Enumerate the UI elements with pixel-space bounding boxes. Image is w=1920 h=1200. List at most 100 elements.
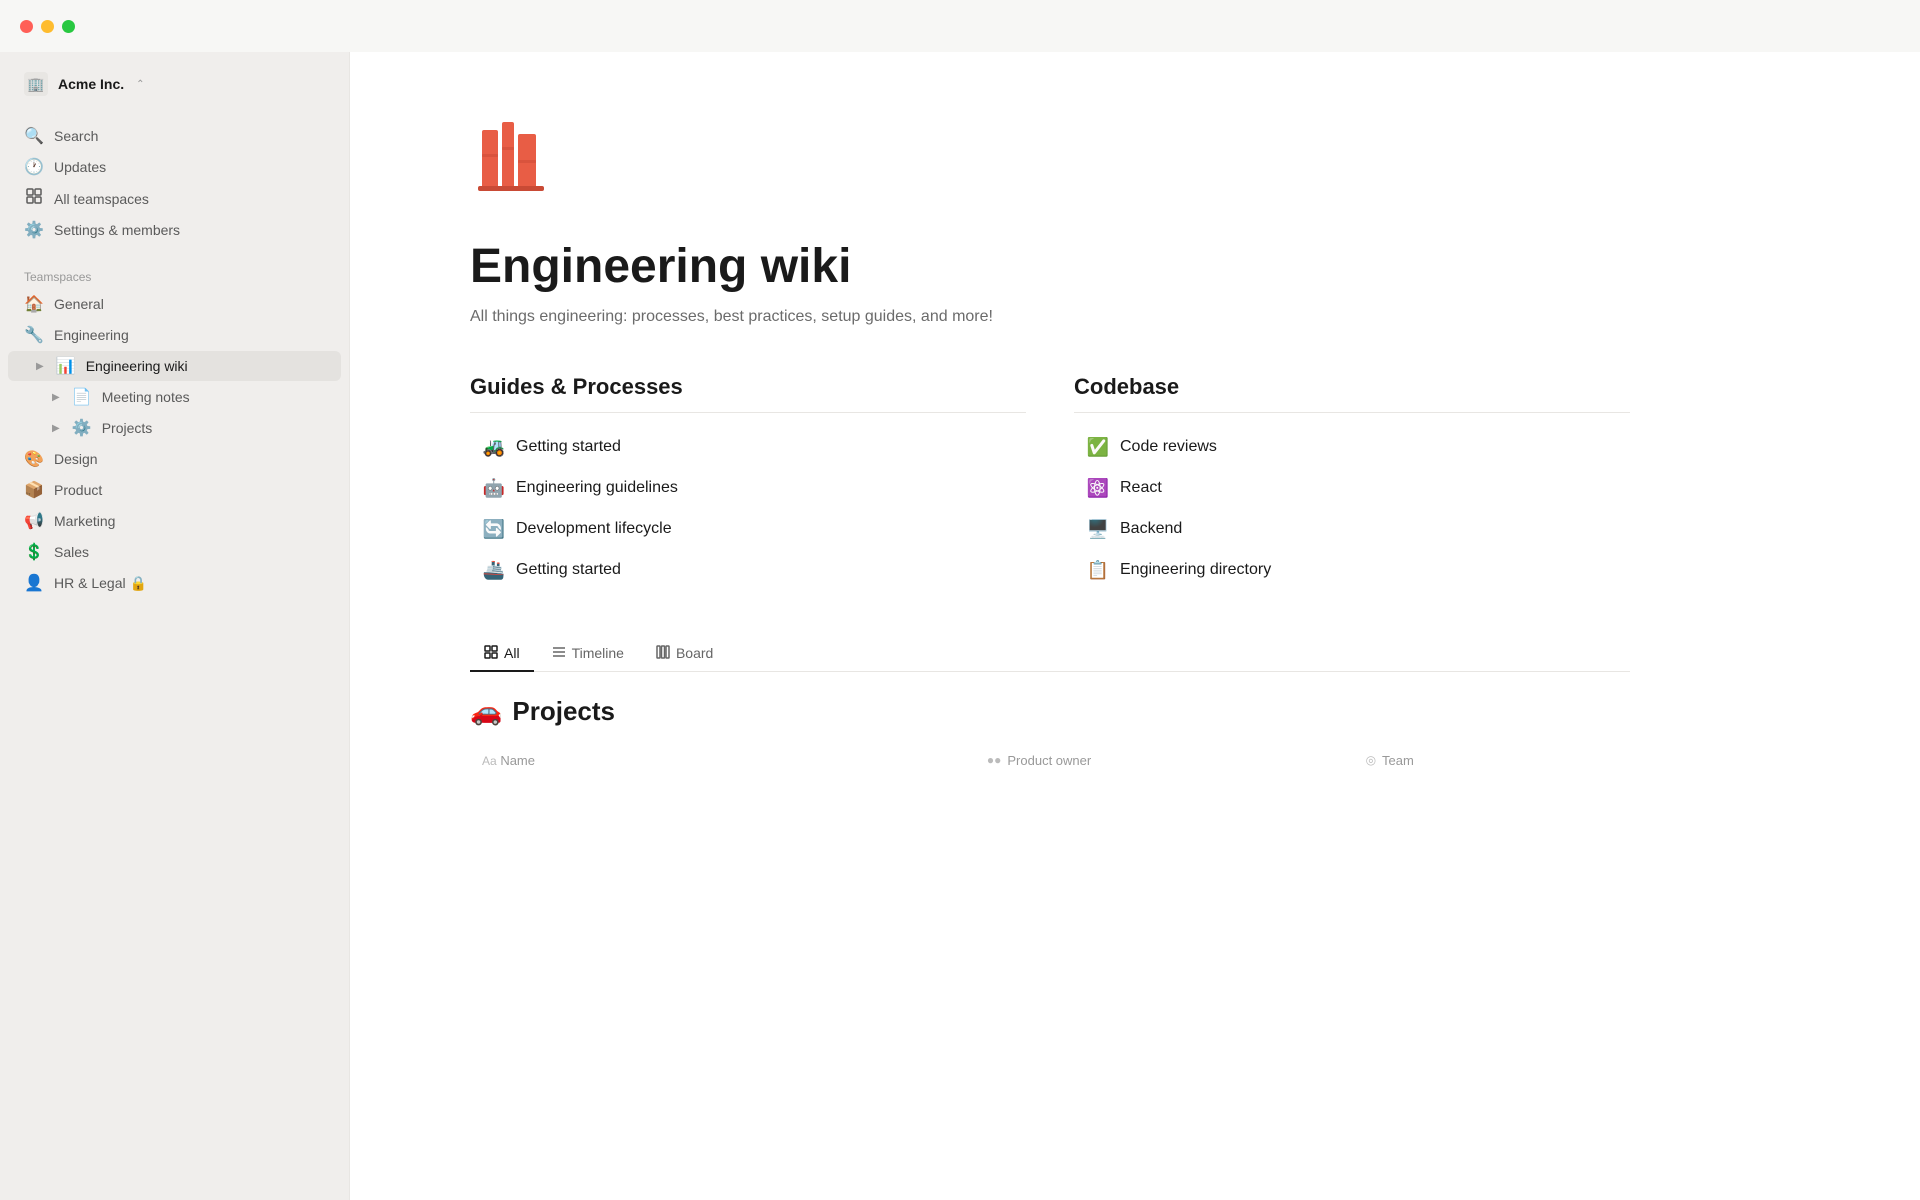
projects-title-text: Projects [512,696,615,727]
tab-board-label: Board [676,645,713,661]
guides-title: Guides & Processes [470,374,1026,413]
name-col-icon: Aa [482,754,497,768]
sidebar-label-search: Search [54,128,325,144]
sidebar-item-updates[interactable]: 🕐 Updates [8,152,341,182]
sidebar-label-all-teamspaces: All teamspaces [54,191,325,207]
sidebar-label-updates: Updates [54,159,325,175]
close-button[interactable] [20,20,33,33]
tractor-icon: 🚜 [482,437,506,458]
sidebar-nav-section: 🔍 Search 🕐 Updates All teamspaces ⚙️ Set… [0,112,349,254]
link-engineering-guidelines[interactable]: 🤖 Engineering guidelines [470,470,1026,507]
sidebar-item-engineering-wiki[interactable]: ▶ 📊 Engineering wiki [8,351,341,381]
link-label-getting-started-2: Getting started [516,561,621,579]
link-code-reviews[interactable]: ✅ Code reviews [1074,429,1630,466]
chevron-right-icon: ▶ [36,361,44,372]
link-engineering-directory[interactable]: 📋 Engineering directory [1074,552,1630,589]
maximize-button[interactable] [62,20,75,33]
chart-icon: 📊 [56,356,76,376]
person-icon: 👤 [24,573,44,593]
link-label-backend: Backend [1120,520,1182,538]
link-label-development-lifecycle: Development lifecycle [516,520,672,538]
chevron-right-icon-meeting: ▶ [52,392,60,403]
page-description: All things engineering: processes, best … [470,308,1630,326]
sidebar-item-design[interactable]: 🎨 Design [8,444,341,474]
codebase-title: Codebase [1074,374,1630,413]
settings-icon: ⚙️ [72,418,92,438]
search-icon: 🔍 [24,126,44,146]
sidebar-item-hr-legal[interactable]: 👤 HR & Legal 🔒 [8,568,341,598]
link-development-lifecycle[interactable]: 🔄 Development lifecycle [470,511,1026,548]
timeline-tab-icon [552,645,566,662]
traffic-lights [20,20,75,33]
sidebar-item-product[interactable]: 📦 Product [8,475,341,505]
checkbox-icon: ✅ [1086,437,1110,458]
sidebar-label-meeting-notes: Meeting notes [102,389,325,405]
col-header-team: ◎ Team [1366,753,1618,768]
main-content: Engineering wiki All things engineering:… [350,0,1920,1200]
chevron-right-icon-projects: ▶ [52,423,60,434]
guides-link-list: 🚜 Getting started 🤖 Engineering guidelin… [470,429,1026,589]
projects-title: 🚗 Projects [470,696,1630,727]
sidebar-item-settings[interactable]: ⚙️ Settings & members [8,215,341,245]
teamspaces-label: Teamspaces [0,262,349,288]
sidebar-item-sales[interactable]: 💲 Sales [8,537,341,567]
tab-all[interactable]: All [470,637,534,672]
sidebar-item-search[interactable]: 🔍 Search [8,121,341,151]
sidebar-label-hr-legal: HR & Legal 🔒 [54,575,325,592]
tab-timeline[interactable]: Timeline [538,637,638,672]
sidebar-item-marketing[interactable]: 📢 Marketing [8,506,341,536]
sidebar-label-settings: Settings & members [54,222,325,238]
codebase-link-list: ✅ Code reviews ⚛️ React 🖥️ Backend 📋 Eng… [1074,429,1630,589]
page-title: Engineering wiki [470,238,1630,296]
sidebar-label-product: Product [54,482,325,498]
sidebar-teamspaces-section: Teamspaces 🏠 General 🔧 Engineering ▶ 📊 E… [0,254,349,607]
sidebar-label-engineering-wiki: Engineering wiki [86,358,325,374]
codebase-section: Codebase ✅ Code reviews ⚛️ React 🖥️ Back… [1074,374,1630,589]
col-header-name-label: Name [500,753,535,768]
sidebar-label-sales: Sales [54,544,325,560]
link-label-code-reviews: Code reviews [1120,438,1217,456]
link-backend[interactable]: 🖥️ Backend [1074,511,1630,548]
link-label-getting-started-1: Getting started [516,438,621,456]
projects-section: All Timeline [470,637,1630,774]
robot-icon: 🤖 [482,478,506,499]
guides-section: Guides & Processes 🚜 Getting started 🤖 E… [470,374,1026,589]
col-header-name: Aa Name [482,753,987,768]
sidebar-label-projects: Projects [102,420,325,436]
tab-timeline-label: Timeline [572,645,624,661]
gear-icon: ⚙️ [24,220,44,240]
sidebar-item-projects[interactable]: ▶ ⚙️ Projects [8,413,341,443]
link-getting-started-2[interactable]: 🚢 Getting started [470,552,1026,589]
sidebar-item-all-teamspaces[interactable]: All teamspaces [8,183,341,214]
workspace-chevron-icon: ⌃ [136,79,144,90]
dollar-icon: 💲 [24,542,44,562]
workspace-name: Acme Inc. [58,76,124,92]
cycle-icon: 🔄 [482,519,506,540]
minimize-button[interactable] [41,20,54,33]
sidebar-item-engineering[interactable]: 🔧 Engineering [8,320,341,350]
link-react[interactable]: ⚛️ React [1074,470,1630,507]
monitor-icon: 🖥️ [1086,519,1110,540]
projects-emoji: 🚗 [470,696,502,727]
wrench-icon: 🔧 [24,325,44,345]
page-body: Engineering wiki All things engineering:… [350,52,1750,854]
megaphone-icon: 📢 [24,511,44,531]
content-grid: Guides & Processes 🚜 Getting started 🤖 E… [470,374,1630,589]
sidebar-label-design: Design [54,451,325,467]
grid-tab-icon [484,645,498,662]
sidebar-item-general[interactable]: 🏠 General [8,289,341,319]
link-getting-started-1[interactable]: 🚜 Getting started [470,429,1026,466]
tab-board[interactable]: Board [642,637,727,672]
board-tab-icon [656,645,670,662]
sidebar: 🏢 Acme Inc. ⌃ 🔍 Search 🕐 Updates All tea… [0,0,350,1200]
tabs-row: All Timeline [470,637,1630,672]
ship-icon: 🚢 [482,560,506,581]
sidebar-label-general: General [54,296,325,312]
team-col-icon: ◎ [1366,753,1376,767]
workspace-header[interactable]: 🏢 Acme Inc. ⌃ [8,60,341,108]
sidebar-item-meeting-notes[interactable]: ▶ 📄 Meeting notes [8,382,341,412]
col-header-owner: ●● Product owner [987,753,1366,768]
workspace-icon: 🏢 [24,72,48,96]
palette-icon: 🎨 [24,449,44,469]
sidebar-label-engineering: Engineering [54,327,325,343]
